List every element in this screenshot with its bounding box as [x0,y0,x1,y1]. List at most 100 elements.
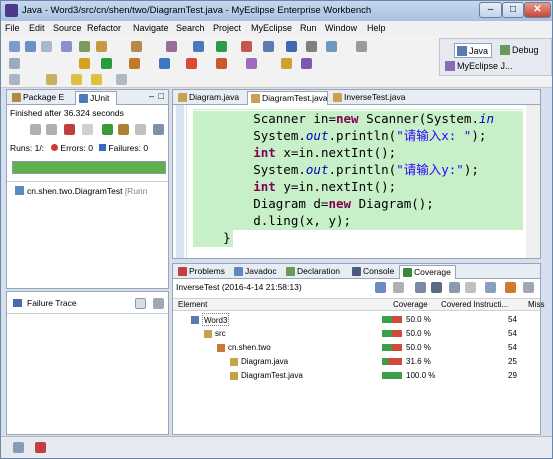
stop-test-icon[interactable] [135,124,146,135]
tab-label: Javadoc [245,266,277,276]
column-header[interactable]: Element [178,300,207,309]
merge-icon[interactable] [449,282,460,293]
test-tree-item[interactable]: cn.shen.two.DiagramTest [Runn [15,186,148,196]
forward-icon[interactable] [91,74,102,85]
build-icon[interactable] [61,41,72,52]
run-web-icon[interactable] [216,41,227,52]
myeclipse-perspective[interactable]: MyEclipse J... [443,59,516,74]
collapse-all-icon[interactable] [485,282,496,293]
select-session-icon[interactable] [465,282,476,293]
external-tools-icon[interactable] [159,58,170,69]
save-icon[interactable] [25,41,36,52]
coverage-row[interactable]: cn.shen.two 50.0 % 54 [173,341,540,355]
new-web-icon[interactable] [131,41,142,52]
debug-perspective[interactable]: Debug [498,43,542,58]
scroll-lock-icon[interactable] [82,124,93,135]
column-header[interactable]: Miss [528,300,544,309]
remove-session-icon[interactable] [415,282,426,293]
view-menu-icon[interactable] [153,124,164,135]
menu-myeclipse[interactable]: MyEclipse [251,23,292,33]
tool-icon[interactable] [306,41,317,52]
overview-marker [176,105,184,258]
menu-file[interactable]: File [5,23,20,33]
minimize-button[interactable]: – [479,2,502,18]
tab-package-label: Package E [23,92,65,102]
coverage-row[interactable]: src 50.0 % 54 [173,327,540,341]
prev-annotation-icon[interactable] [46,74,57,85]
maximize-button[interactable]: □ [502,2,524,18]
settings-icon[interactable] [9,58,20,69]
link-icon[interactable] [505,282,516,293]
menu-refactor[interactable]: Refactor [87,23,121,33]
open-folder-icon[interactable] [281,58,292,69]
java-file-icon [251,94,260,103]
next-failure-icon[interactable] [30,124,41,135]
tab-package-explorer[interactable]: Package E [9,91,73,105]
fast-view-icon[interactable] [13,442,24,453]
coverage-row[interactable]: Diagram.java 31.6 % 25 [173,355,540,369]
window-icon[interactable] [356,41,367,52]
editor-vscrollbar[interactable] [526,105,540,258]
prev-failure-icon[interactable] [46,124,57,135]
server-icon[interactable] [96,41,107,52]
tab-coverage[interactable]: Coverage [399,265,456,279]
close-button[interactable]: ✕ [524,2,551,18]
menu-project[interactable]: Project [213,23,241,33]
relaunch-icon[interactable] [375,282,386,293]
rerun-failed-icon[interactable] [118,124,129,135]
tab-junit[interactable]: JUnit [75,91,117,105]
java-perspective[interactable]: Java [454,43,493,58]
new-package-icon[interactable] [216,58,227,69]
coverage-percent: 31.6 % [406,357,431,366]
coverage-row[interactable]: DiagramTest.java 100.0 % 29 [173,369,540,383]
pin-icon[interactable] [116,74,127,85]
stop-icon[interactable] [186,58,197,69]
coverage-row[interactable]: Word3 50.0 % 54 [173,313,540,327]
debug-icon[interactable] [79,58,90,69]
perspective-icon[interactable] [301,58,312,69]
bug-icon[interactable] [35,442,46,453]
menu-edit[interactable]: Edit [29,23,45,33]
menu-help[interactable]: Help [367,23,386,33]
minimize-view-icon[interactable]: – [149,91,154,101]
run-icon[interactable] [101,58,112,69]
deploy-icon[interactable] [79,41,90,52]
dropdown-icon[interactable] [393,282,404,293]
column-header[interactable]: Coverage [393,300,428,309]
new-icon[interactable] [9,41,20,52]
open-type-icon[interactable] [166,41,177,52]
view-menu-icon[interactable] [523,282,534,293]
globe-icon[interactable] [263,41,274,52]
tab-console[interactable]: Console [349,265,397,279]
menu-source[interactable]: Source [53,23,82,33]
new-class-icon[interactable] [193,41,204,52]
covered-instructions: 54 [508,343,517,352]
rerun-icon[interactable] [102,124,113,135]
menu-search[interactable]: Search [176,23,205,33]
editor-tab-1[interactable]: DiagramTest.java [247,91,328,105]
compare-icon[interactable] [153,298,164,309]
search-web-icon[interactable] [241,41,252,52]
editor-tab-2[interactable]: InverseTest.java [330,91,406,105]
maximize-view-icon[interactable]: □ [159,91,164,101]
menu-run[interactable]: Run [300,23,317,33]
remove-all-icon[interactable] [431,282,442,293]
next-annotation-icon[interactable] [9,74,20,85]
code-area[interactable]: Scanner in=new Scanner(System.in System.… [193,109,523,251]
menu-navigate[interactable]: Navigate [133,23,169,33]
back-icon[interactable] [71,74,82,85]
xml-icon[interactable] [326,41,337,52]
new-interface-icon[interactable] [246,58,257,69]
column-header[interactable]: Covered Instructi... [441,300,508,309]
print-icon[interactable] [41,41,52,52]
editor-tab-0[interactable]: Diagram.java [175,91,245,105]
show-failures-icon[interactable] [64,124,75,135]
coverage-run-icon[interactable] [129,58,140,69]
menu-window[interactable]: Window [325,23,357,33]
filter-stack-icon[interactable] [135,298,146,309]
tab-declaration[interactable]: Declaration [283,265,347,279]
tab-problems[interactable]: Problems [175,265,230,279]
junit-finished-text: Finished after 36.324 seconds [10,108,124,118]
tab-javadoc[interactable]: Javadoc [231,265,281,279]
image-icon[interactable] [286,41,297,52]
